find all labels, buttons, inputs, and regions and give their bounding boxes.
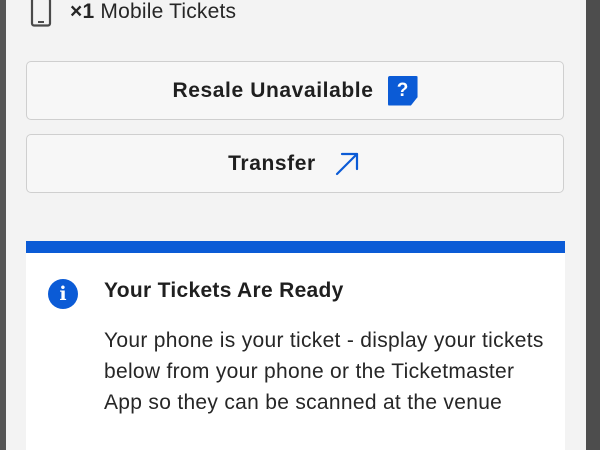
mobile-phone-icon bbox=[30, 0, 52, 27]
help-badge-icon[interactable]: ? bbox=[387, 75, 418, 106]
ticket-screen: ×1 Mobile Tickets Resale Unavailable ? T… bbox=[6, 0, 586, 450]
ticket-quantity: ×1 bbox=[70, 0, 95, 23]
resale-unavailable-button[interactable]: Resale Unavailable ? bbox=[26, 61, 564, 120]
ticket-count-row: ×1 Mobile Tickets bbox=[30, 0, 236, 30]
device-frame-right bbox=[586, 0, 600, 450]
resale-button-label: Resale Unavailable bbox=[172, 78, 374, 102]
arrow-up-right-icon bbox=[332, 149, 362, 179]
transfer-button-label: Transfer bbox=[228, 151, 316, 175]
tickets-ready-info-card: i Your Tickets Are Ready Your phone is y… bbox=[26, 241, 565, 450]
ticket-type-label: Mobile Tickets bbox=[100, 0, 237, 23]
info-card-title: Your Tickets Are Ready bbox=[104, 279, 344, 302]
info-card-body: Your phone is your ticket - display your… bbox=[104, 329, 544, 414]
ticket-count-text: ×1 Mobile Tickets bbox=[70, 0, 236, 24]
info-icon: i bbox=[48, 279, 78, 309]
info-card-accent-bar bbox=[26, 241, 565, 253]
transfer-button[interactable]: Transfer bbox=[26, 134, 564, 193]
